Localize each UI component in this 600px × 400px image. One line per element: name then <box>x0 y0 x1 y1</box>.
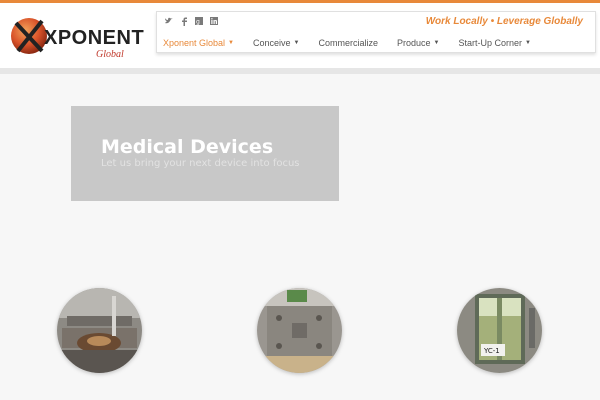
nav-item-xponent-global[interactable]: Xponent Global ▼ <box>163 38 244 48</box>
nav-item-label: Xponent Global <box>163 38 226 48</box>
nav-item-label: Start-Up Corner <box>458 38 523 48</box>
nav-item-produce[interactable]: Produce ▼ <box>397 38 449 48</box>
brand-wordmark: XPONENT <box>44 27 145 49</box>
nav-panel: g Work Locally • Leverage Globally Xpone… <box>156 11 596 53</box>
linkedin-icon[interactable] <box>210 17 218 26</box>
chevron-down-icon: ▼ <box>293 40 300 46</box>
social-links: g <box>165 17 218 26</box>
gallery-image-3[interactable]: YC-1 <box>457 288 542 373</box>
brand-logo[interactable]: XPONENT Global <box>10 15 144 61</box>
chevron-down-icon: ▼ <box>228 40 234 46</box>
tagline: Work Locally • Leverage Globally <box>425 16 583 27</box>
nav-item-commercialize[interactable]: Commercialize <box>318 38 388 48</box>
site-header: XPONENT Global g Work Locally • Leverage… <box>0 3 600 68</box>
nav-item-conceive[interactable]: Conceive ▼ <box>253 38 309 48</box>
header-divider <box>0 68 600 74</box>
svg-text:g: g <box>196 19 200 26</box>
brand-subtitle: Global <box>96 49 124 60</box>
chevron-down-icon: ▼ <box>525 40 531 46</box>
gallery-image-2[interactable] <box>257 288 342 373</box>
facebook-icon[interactable] <box>180 17 188 26</box>
gallery-image-label: YC-1 <box>483 347 500 355</box>
google-plus-icon[interactable]: g <box>195 17 203 26</box>
twitter-icon[interactable] <box>165 17 173 26</box>
hero-subtitle: Let us bring your next device into focus <box>101 158 300 169</box>
hero-title: Medical Devices <box>101 136 274 158</box>
nav-item-label: Conceive <box>253 38 291 48</box>
chevron-down-icon: ▼ <box>433 40 440 46</box>
nav-item-label: Commercialize <box>318 38 378 48</box>
main-nav: Xponent Global ▼ Conceive ▼ Commercialize … <box>163 38 550 48</box>
nav-item-start-up-corner[interactable]: Start-Up Corner ▼ <box>458 38 540 48</box>
hero-banner: Medical Devices Let us bring your next d… <box>71 106 339 201</box>
nav-item-label: Produce <box>397 38 431 48</box>
gallery-image-1[interactable] <box>57 288 142 373</box>
